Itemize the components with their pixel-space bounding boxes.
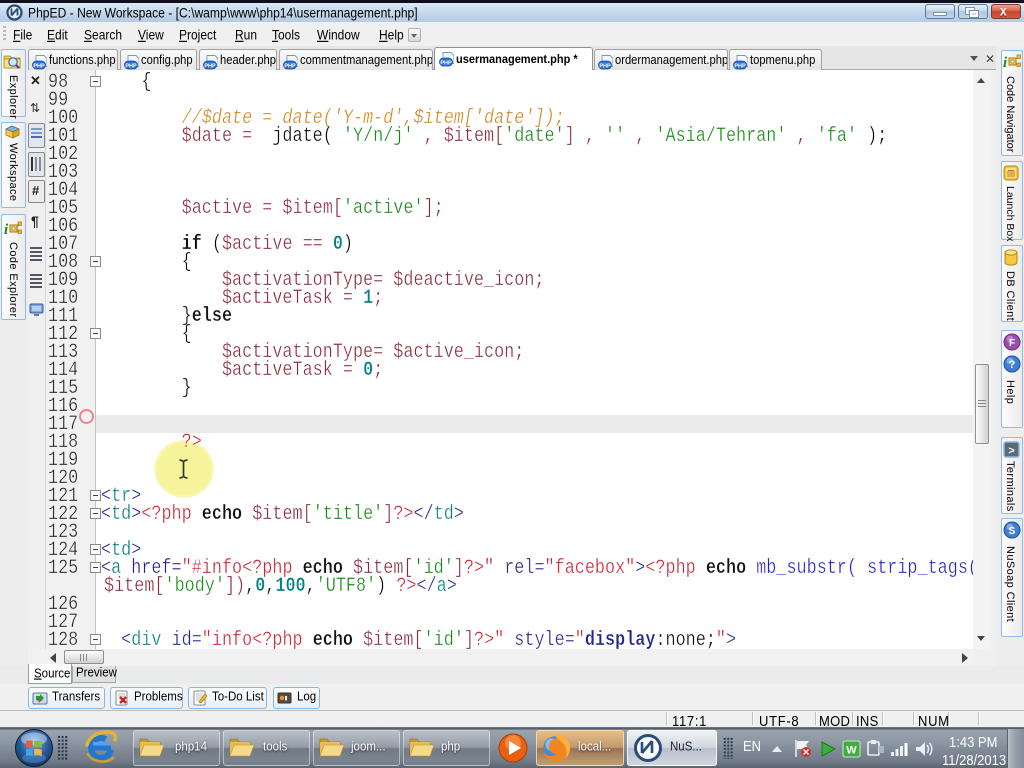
svg-text:?: ? <box>1009 359 1016 371</box>
svg-text:i: i <box>4 222 9 237</box>
svg-text:>: > <box>1008 446 1015 458</box>
svg-text:S: S <box>1009 526 1016 537</box>
svg-text:i: i <box>1003 55 1008 70</box>
svg-text:F: F <box>1009 338 1015 349</box>
svg-text:W: W <box>846 745 857 757</box>
